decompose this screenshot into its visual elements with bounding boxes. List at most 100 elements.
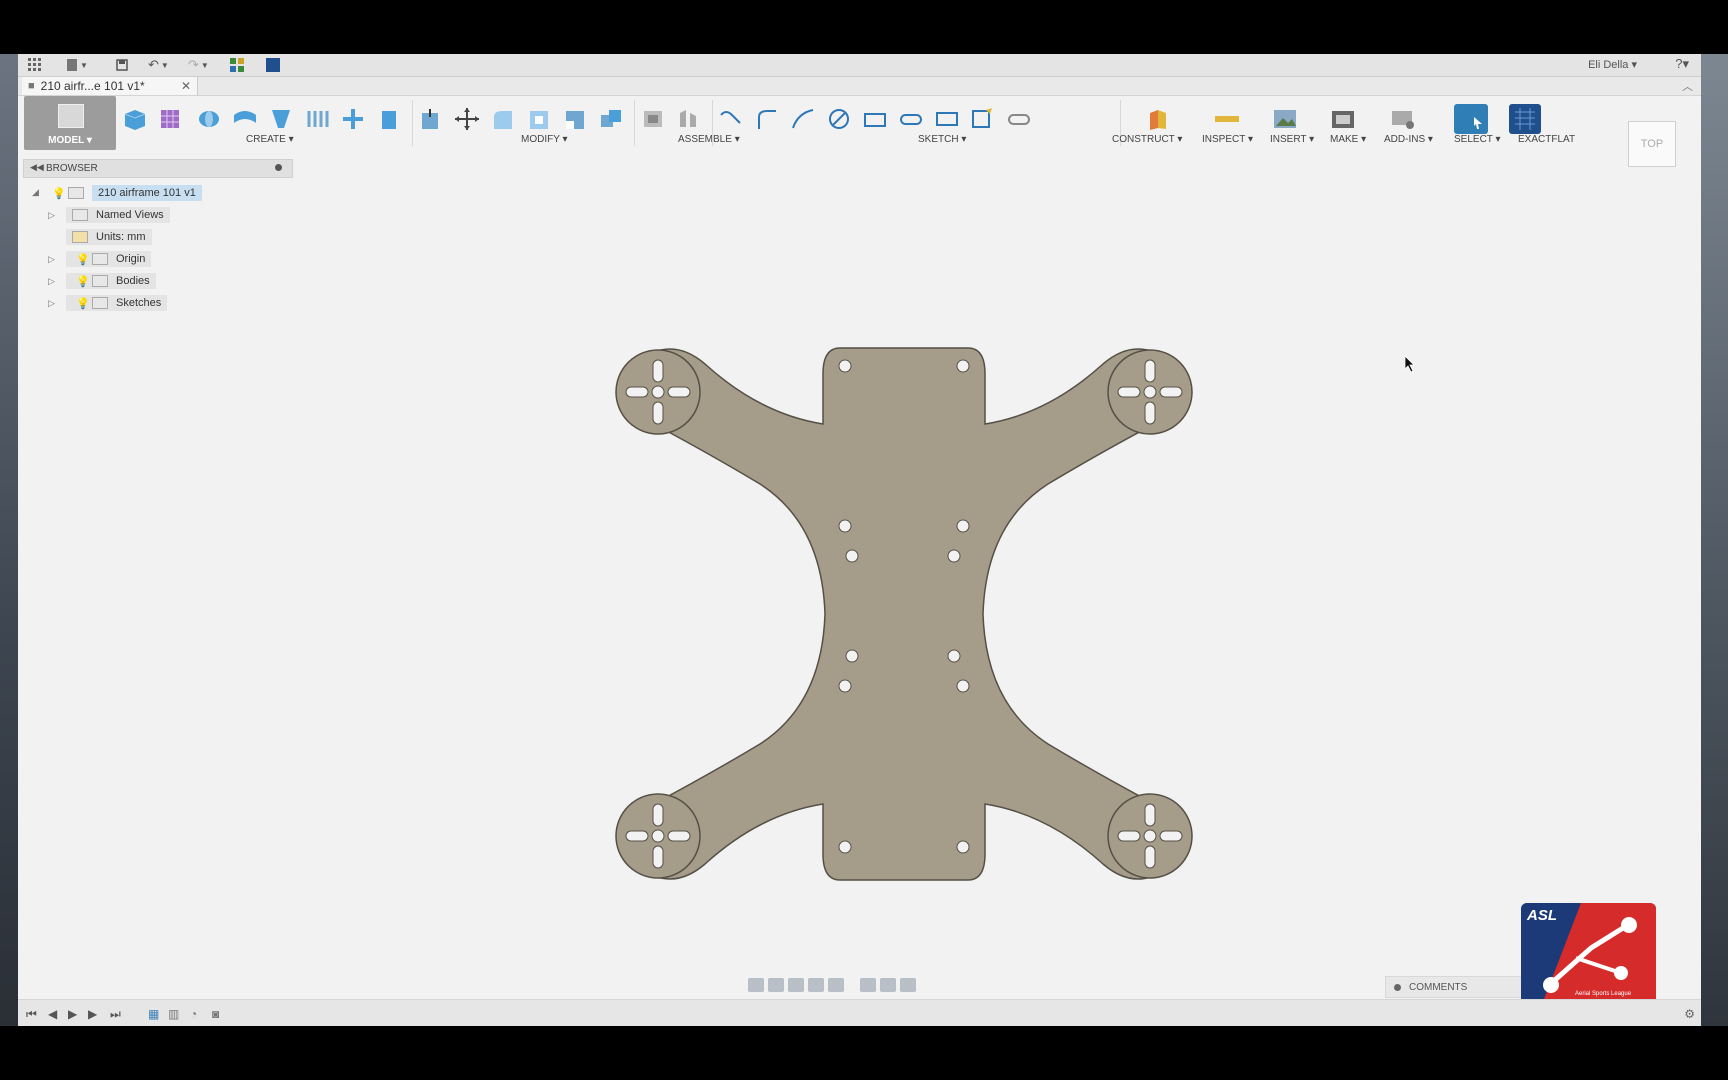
line-icon[interactable] — [754, 107, 780, 131]
help-icon[interactable]: ?▾ — [1675, 56, 1689, 72]
timeline-extrude-feature-icon[interactable]: ▥ — [168, 1007, 179, 1021]
display-settings-icon[interactable] — [860, 978, 876, 992]
fillet-icon[interactable] — [490, 107, 516, 131]
sweep-icon[interactable] — [232, 107, 258, 131]
skip-to-end-icon[interactable]: ⏭ — [110, 1007, 121, 1022]
insert-menu[interactable]: INSERT ▾ — [1270, 134, 1314, 145]
workspace-switcher[interactable]: MODEL ▾ — [24, 96, 116, 150]
file-icon[interactable]: ▼ — [66, 57, 88, 73]
fit-icon[interactable] — [828, 978, 844, 992]
exactflat-icon[interactable] — [1509, 104, 1541, 134]
browser-item-units[interactable]: Units: mm — [32, 228, 152, 245]
pan-icon[interactable] — [788, 978, 804, 992]
press-pull-icon[interactable] — [418, 107, 444, 131]
data-panel-icon[interactable] — [230, 57, 244, 73]
construct-menu[interactable]: CONSTRUCT ▾ — [1112, 134, 1182, 145]
make-menu[interactable]: MAKE ▾ — [1330, 134, 1366, 145]
orbit-icon[interactable] — [748, 978, 764, 992]
sketch-icon[interactable] — [718, 107, 744, 131]
visibility-bulb-icon[interactable]: 💡 — [52, 187, 66, 200]
collapse-browser-icon[interactable]: ◀◀ — [30, 162, 44, 173]
viewports-icon[interactable] — [900, 978, 916, 992]
circle-icon[interactable] — [826, 107, 852, 131]
browser-item-sketches[interactable]: ▷ 💡 Sketches — [32, 294, 168, 311]
close-tab-icon[interactable]: ✕ — [181, 79, 191, 93]
revolve-icon[interactable] — [196, 107, 222, 131]
move-icon[interactable] — [454, 107, 480, 131]
pin-icon[interactable] — [275, 164, 282, 171]
assemble-menu[interactable]: ASSEMBLE ▾ — [678, 134, 740, 145]
web-icon[interactable] — [340, 107, 366, 131]
user-menu[interactable]: Eli Della ▾ — [1588, 58, 1637, 71]
construct-plane-icon[interactable] — [1144, 107, 1170, 131]
shell-icon[interactable] — [526, 107, 552, 131]
emboss-icon[interactable] — [376, 107, 402, 131]
box-icon[interactable] — [122, 107, 148, 131]
step-back-icon[interactable]: ◀ — [48, 1007, 57, 1021]
modify-menu[interactable]: MODIFY ▾ — [521, 134, 568, 145]
create-menu[interactable]: CREATE ▾ — [246, 134, 294, 145]
play-icon[interactable]: ▶ — [88, 1007, 97, 1021]
chevron-up-icon[interactable]: ︿ — [1682, 78, 1693, 94]
timeline-sketch-feature-icon[interactable]: ▦ — [148, 1007, 159, 1021]
add-ins-icon[interactable] — [1390, 107, 1416, 131]
rib-icon[interactable] — [304, 107, 330, 131]
joint-icon[interactable] — [676, 107, 702, 131]
redo-icon[interactable]: ↷ ▼ — [188, 57, 209, 73]
point-icon[interactable] — [1006, 107, 1032, 131]
airframe-part[interactable] — [578, 284, 1198, 944]
timeline-marker-icon[interactable]: ◙ — [212, 1007, 219, 1021]
slot-icon[interactable] — [898, 107, 924, 131]
comments-panel[interactable]: COMMENTS — [1385, 976, 1527, 998]
viewcube[interactable]: TOP — [1628, 121, 1676, 167]
timeline-settings-gear-icon[interactable]: ⚙ — [1684, 1007, 1695, 1021]
document-tab[interactable]: ■ 210 airfr...e 101 v1* ✕ — [22, 77, 198, 95]
grid-icon[interactable] — [28, 57, 42, 73]
browser-item-origin[interactable]: ▷ 💡 Origin — [32, 250, 152, 267]
loft-icon[interactable] — [268, 107, 294, 131]
form-icon[interactable] — [158, 107, 184, 131]
text-sketch-icon[interactable] — [970, 107, 996, 131]
new-component-icon[interactable] — [640, 107, 666, 131]
visibility-bulb-icon[interactable]: 💡 — [76, 253, 90, 266]
expand-arrow-icon[interactable]: ▷ — [48, 254, 55, 265]
inspect-menu[interactable]: INSPECT ▾ — [1202, 134, 1253, 145]
select-icon[interactable] — [1454, 104, 1488, 134]
browser-item-bodies[interactable]: ▷ 💡 Bodies — [32, 272, 156, 289]
browser-item-named-views[interactable]: ▷ Named Views — [32, 206, 170, 223]
add-ins-menu[interactable]: ADD-INS ▾ — [1384, 134, 1433, 145]
measure-icon[interactable] — [1213, 107, 1239, 131]
rectangle-icon[interactable] — [862, 107, 888, 131]
select-menu[interactable]: SELECT ▾ — [1454, 134, 1501, 145]
sketch-menu[interactable]: SKETCH ▾ — [918, 134, 966, 145]
undo-icon[interactable]: ↶ ▼ — [148, 57, 169, 73]
model-cube-icon — [58, 104, 84, 128]
comments-toggle-icon[interactable] — [1394, 983, 1401, 991]
offset-icon[interactable] — [934, 107, 960, 131]
arc-icon[interactable] — [790, 107, 816, 131]
step-forward-small-icon[interactable]: ▶ — [68, 1007, 77, 1021]
look-at-icon[interactable] — [768, 978, 784, 992]
expand-arrow-icon[interactable]: ▷ — [48, 210, 55, 221]
browser-item-chip: 💡 Bodies — [66, 272, 156, 289]
scale-icon[interactable] — [562, 107, 588, 131]
visibility-bulb-icon[interactable]: 💡 — [76, 275, 90, 288]
visibility-bulb-icon[interactable]: 💡 — [76, 297, 90, 310]
save-icon[interactable] — [116, 57, 128, 73]
zoom-icon[interactable] — [808, 978, 824, 992]
expand-arrow-icon[interactable]: ▷ — [48, 276, 55, 287]
expand-arrow-icon[interactable]: ▷ — [48, 298, 55, 309]
browser-item-label: Sketches — [116, 296, 162, 309]
timeline-feature-icon[interactable]: ◔ — [190, 1007, 197, 1021]
combine-icon[interactable] — [598, 107, 624, 131]
skip-to-start-icon[interactable]: ⏮ — [26, 1007, 37, 1022]
browser-root-node[interactable]: ◢ 💡 210 airframe 101 v1 — [32, 184, 202, 201]
insert-image-icon[interactable] — [1272, 107, 1298, 131]
exactflat-label[interactable]: EXACTFLAT — [1518, 134, 1575, 145]
timeline: ⏮ ◀ ▶ ▶ ⏭ ▦ ▥ ◔ ◙ ⚙ — [18, 999, 1701, 1026]
grid-settings-icon[interactable] — [880, 978, 896, 992]
app-icon[interactable] — [266, 57, 280, 73]
make-3d-print-icon[interactable] — [1330, 107, 1356, 131]
browser-item-chip: 💡 Origin — [66, 250, 152, 267]
expand-arrow-icon[interactable]: ◢ — [32, 187, 39, 198]
